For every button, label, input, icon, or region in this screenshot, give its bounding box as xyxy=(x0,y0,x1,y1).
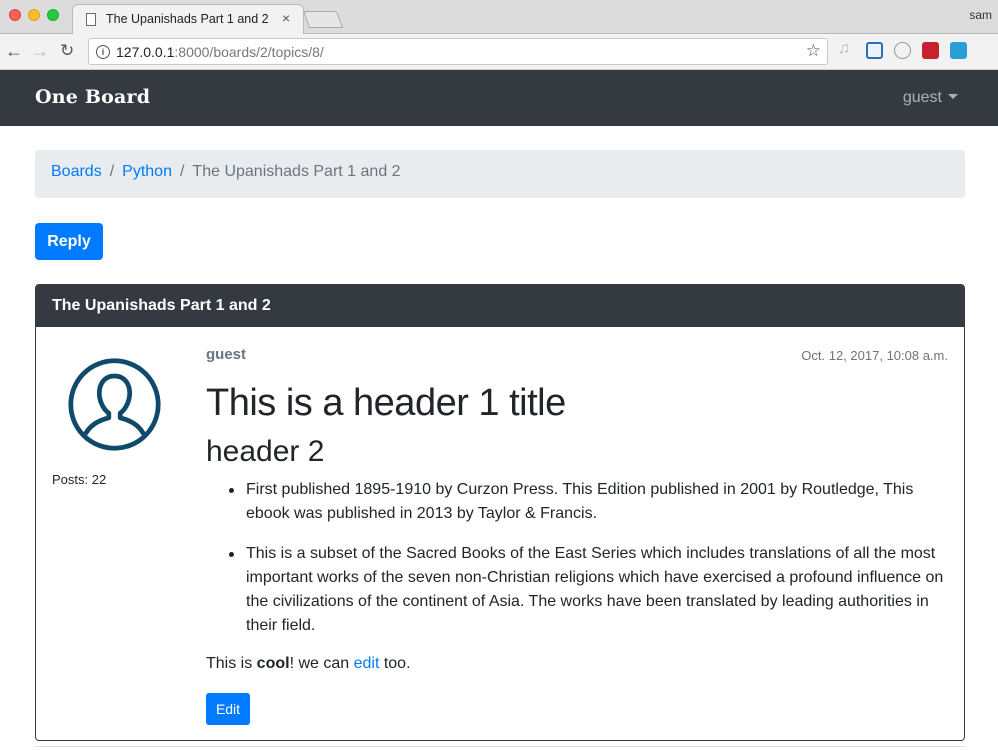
topic-title: The Upanishads Part 1 and 2 xyxy=(36,285,964,327)
site-navbar: One Board guest xyxy=(0,70,998,126)
document-icon xyxy=(86,13,96,26)
book-extension-icon[interactable] xyxy=(950,42,967,59)
para-text: This is xyxy=(206,655,257,672)
info-icon[interactable]: i xyxy=(96,45,110,59)
breadcrumb-python[interactable]: Python xyxy=(122,163,172,180)
post-heading-2: header 2 xyxy=(206,435,325,468)
url-path: :8000/boards/2/topics/8/ xyxy=(174,44,324,60)
tab-close-icon[interactable]: × xyxy=(282,10,290,26)
edit-button[interactable]: Edit xyxy=(206,693,250,725)
post-count: Posts: 22 xyxy=(52,472,107,487)
post-list: First published 1895-1910 by Curzon Pres… xyxy=(226,478,946,654)
edit-link[interactable]: edit xyxy=(354,655,380,672)
post-heading-1: This is a header 1 title xyxy=(206,382,566,424)
browser-tab-title: The Upanishads Part 1 and 2 xyxy=(106,12,269,26)
red-extension-icon[interactable] xyxy=(922,42,939,59)
breadcrumb-current: The Upanishads Part 1 and 2 xyxy=(192,163,401,180)
para-text: ! we can xyxy=(289,655,354,672)
profile-name[interactable]: sam xyxy=(969,8,992,22)
list-item: First published 1895-1910 by Curzon Pres… xyxy=(226,478,946,526)
post-paragraph: This is cool! we can edit too. xyxy=(206,655,411,673)
bookmark-star-icon[interactable]: ☆ xyxy=(806,41,821,61)
screenshot-extension-icon[interactable] xyxy=(866,42,883,59)
address-url[interactable]: 127.0.0.1:8000/boards/2/topics/8/ xyxy=(116,44,324,60)
window-minimize-button[interactable] xyxy=(28,9,40,21)
user-dropdown-label: guest xyxy=(902,89,942,106)
breadcrumb-separator: / xyxy=(109,163,115,180)
url-host: 127.0.0.1 xyxy=(116,44,175,60)
browser-toolbar: ← → ↻ i 127.0.0.1:8000/boards/2/topics/8… xyxy=(0,34,998,70)
next-card-edge xyxy=(35,746,965,750)
back-arrow-icon[interactable]: ← xyxy=(5,41,23,61)
reload-icon[interactable]: ↻ xyxy=(60,41,74,61)
post-author: guest xyxy=(206,346,247,363)
post-card: The Upanishads Part 1 and 2 Posts: 22 gu… xyxy=(35,284,965,741)
post-date: Oct. 12, 2017, 10:08 a.m. xyxy=(801,348,948,363)
para-bold: cool xyxy=(256,655,290,672)
caret-down-icon xyxy=(948,94,958,99)
music-extension-icon[interactable]: ♫ xyxy=(838,40,855,57)
address-bar[interactable]: i 127.0.0.1:8000/boards/2/topics/8/ ☆ xyxy=(88,38,828,65)
list-item: This is a subset of the Sacred Books of … xyxy=(226,542,946,638)
circle-extension-icon[interactable] xyxy=(894,42,911,59)
breadcrumb-boards[interactable]: Boards xyxy=(51,163,102,180)
window-maximize-button[interactable] xyxy=(47,9,59,21)
para-text: too. xyxy=(379,655,411,672)
breadcrumb-separator: / xyxy=(179,163,185,180)
browser-tab-active[interactable]: The Upanishads Part 1 and 2 × xyxy=(72,4,304,35)
avatar-icon xyxy=(68,358,161,451)
brand-logo[interactable]: One Board xyxy=(35,86,150,108)
new-tab-button[interactable] xyxy=(302,11,344,28)
user-dropdown[interactable]: guest xyxy=(903,89,958,107)
breadcrumb: Boards / Python / The Upanishads Part 1 and … xyxy=(35,150,965,198)
browser-tabbar: The Upanishads Part 1 and 2 × sam xyxy=(0,0,998,35)
reply-button[interactable]: Reply xyxy=(35,223,103,260)
window-close-button[interactable] xyxy=(9,9,21,21)
forward-arrow-icon[interactable]: → xyxy=(31,41,49,61)
